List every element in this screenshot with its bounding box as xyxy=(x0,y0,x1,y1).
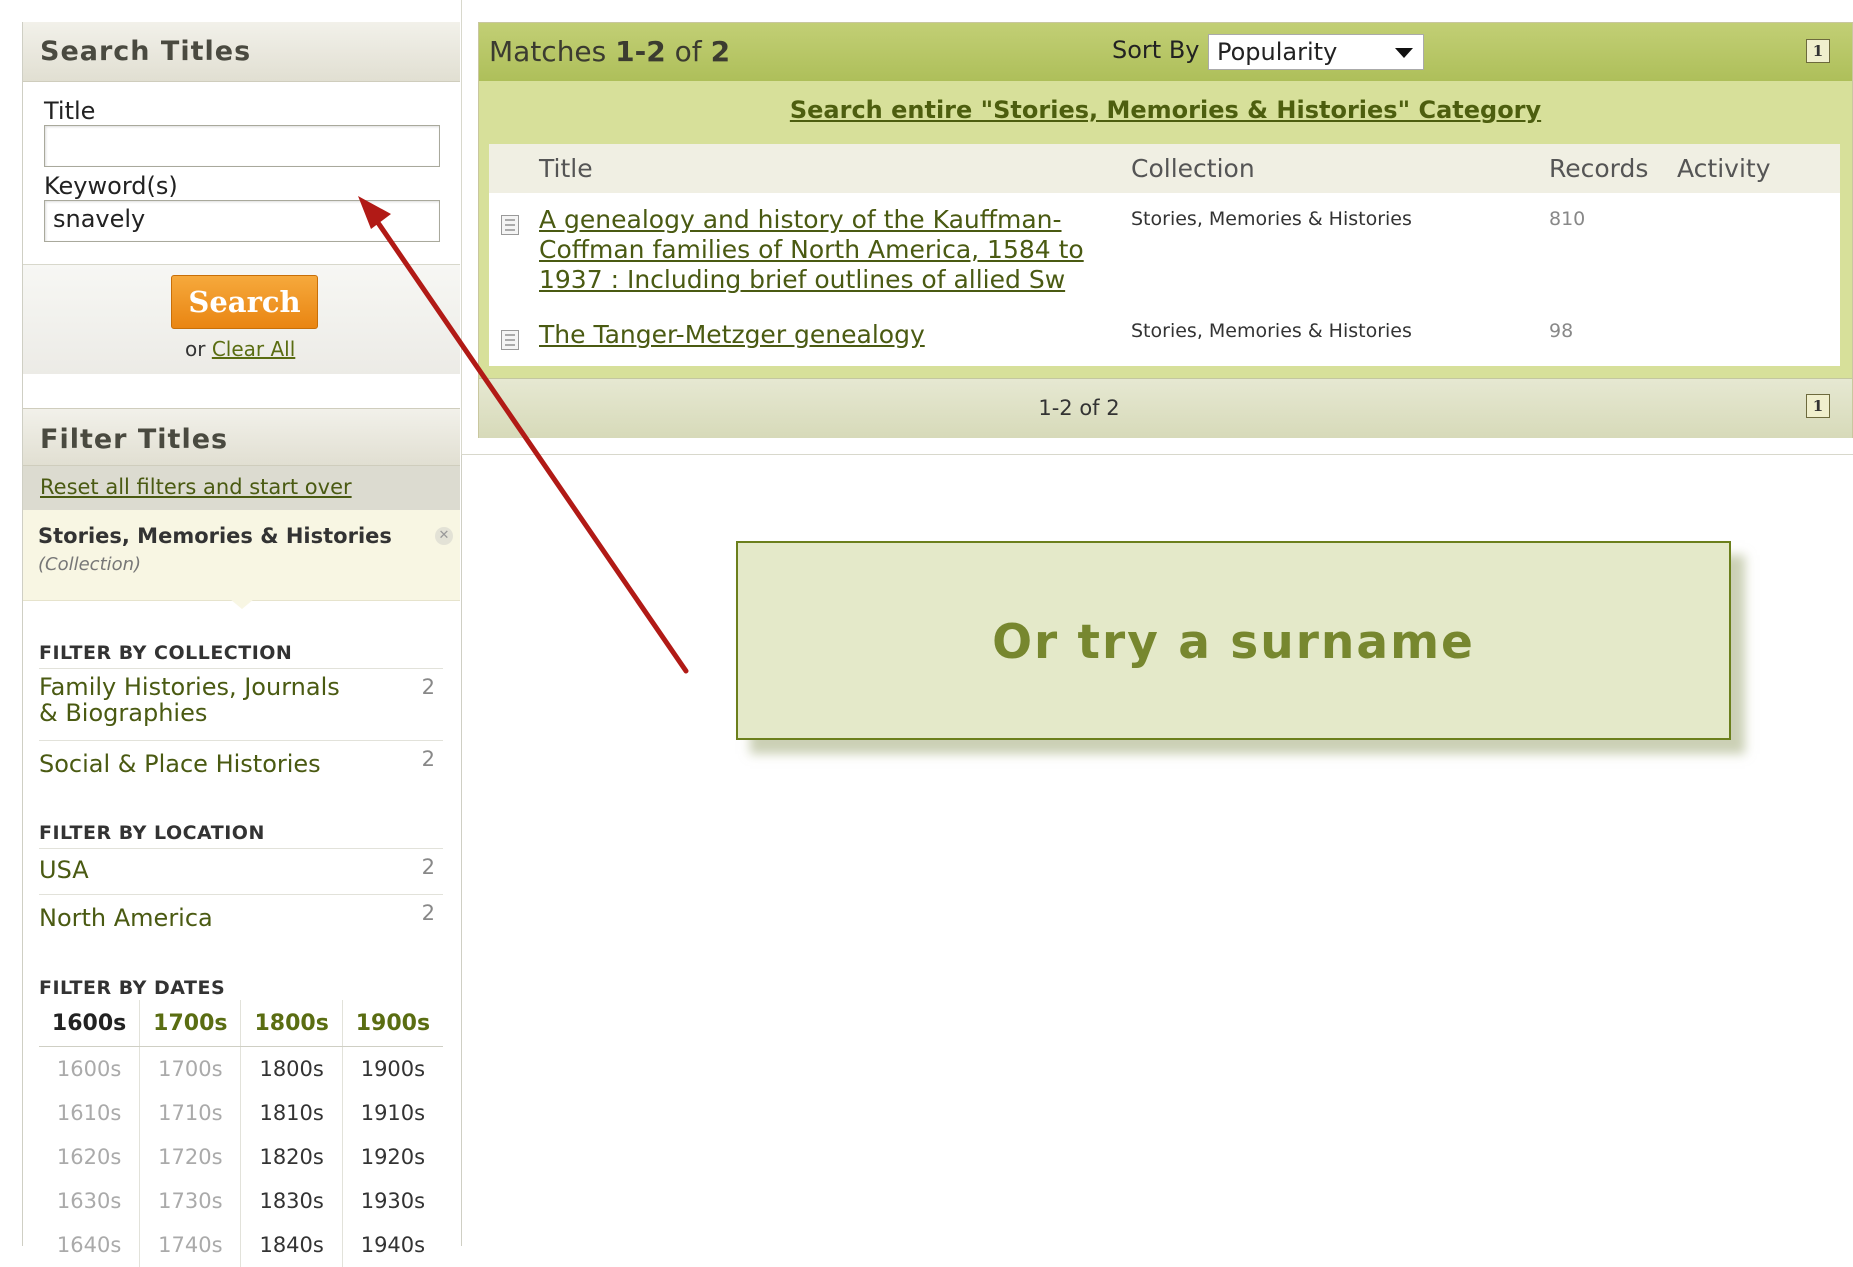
callout-text: Or try a surname xyxy=(992,615,1475,670)
arrow-head-icon xyxy=(358,196,391,229)
surname-callout: Or try a surname xyxy=(736,541,1731,740)
arrow-shaft xyxy=(369,211,689,674)
